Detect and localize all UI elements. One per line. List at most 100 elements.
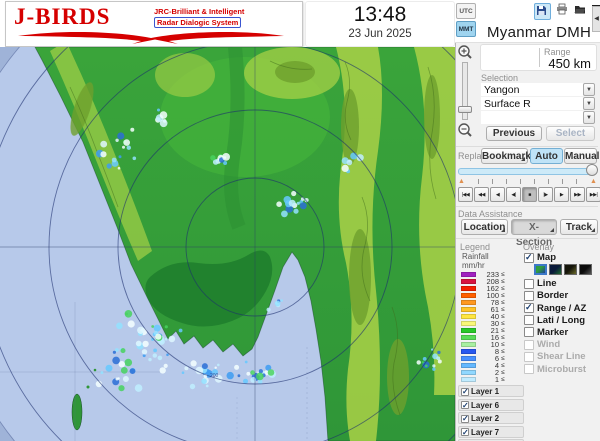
- utc-button[interactable]: UTC: [456, 3, 476, 19]
- overlay-item-microburst: Microburst: [524, 364, 600, 376]
- legend-label: Legend: [460, 242, 491, 252]
- checkbox-checked-icon[interactable]: [524, 252, 534, 263]
- layer-toggles: Layer 1 Layer 6 Layer 2 Layer 7 Layer 3 …: [458, 385, 598, 441]
- logo-title: J-BIRDS: [14, 4, 111, 29]
- toolbar: ?: [534, 3, 600, 20]
- skip-to-end-button[interactable]: ▶▶|: [586, 187, 600, 202]
- legend-unit-line2: mm/hr: [462, 261, 485, 270]
- overlay-item-lati-long[interactable]: Lati / Long: [524, 315, 600, 327]
- fast-forward-button[interactable]: ▶▶: [570, 187, 585, 202]
- select-button[interactable]: Select: [546, 126, 595, 141]
- slider-end-marker-icon: ▲: [589, 178, 597, 185]
- overlay-item-wind: Wind: [524, 339, 600, 351]
- map-style-olive[interactable]: [564, 264, 577, 276]
- replay-slider-handle[interactable]: [586, 164, 598, 176]
- open-folder-icon[interactable]: [574, 3, 587, 16]
- checkbox-checked-icon[interactable]: [461, 413, 469, 424]
- checkbox-disabled-icon: [524, 339, 534, 350]
- checkbox-checked-icon[interactable]: [461, 386, 469, 397]
- map-style-dark[interactable]: [579, 264, 592, 276]
- play-backward-button[interactable]: ◀: [490, 187, 505, 202]
- save-icon[interactable]: [534, 3, 551, 20]
- stop-button[interactable]: ■: [522, 187, 537, 202]
- zoom-out-control: [457, 122, 475, 141]
- overlay-item-range-az[interactable]: Range / AZ: [524, 302, 600, 315]
- clock-time: 13:48: [353, 3, 407, 26]
- zoom-control: [457, 44, 475, 63]
- replay-slider-track[interactable]: [458, 168, 597, 175]
- clock-date: 23 Jun 2025: [348, 28, 412, 40]
- divider: [456, 206, 598, 207]
- layer-toggle[interactable]: Layer 6: [458, 398, 524, 411]
- checkbox-checked-icon[interactable]: [461, 400, 469, 411]
- bird-icon: [17, 31, 285, 44]
- play-button[interactable]: ▶: [554, 187, 569, 202]
- fast-rewind-button[interactable]: ◀◀: [474, 187, 489, 202]
- clock-panel: 13:48 23 Jun 2025: [305, 1, 455, 47]
- skip-to-start-button[interactable]: |◀◀: [458, 187, 473, 202]
- map-style-green-blue[interactable]: [534, 264, 547, 276]
- replay-slider-ticks: ▲ ▲: [458, 177, 597, 186]
- range-box: Range 450 km: [480, 44, 597, 71]
- slider-start-marker-icon: ▲: [458, 178, 465, 185]
- checkbox-icon[interactable]: [524, 315, 534, 326]
- print-icon[interactable]: [556, 3, 569, 16]
- location-button[interactable]: Location: [461, 219, 508, 235]
- manual-button[interactable]: Manual: [564, 148, 599, 164]
- app-logo: J-BIRDS JRC-Brilliant & Intelligent Rada…: [5, 1, 303, 47]
- divider: [456, 238, 598, 239]
- checkbox-checked-icon[interactable]: [461, 427, 469, 438]
- checkbox-icon[interactable]: [524, 327, 534, 338]
- site-select[interactable]: Yangon ▼: [481, 83, 595, 96]
- checkbox-icon[interactable]: [524, 290, 534, 301]
- checkbox-disabled-icon: [524, 351, 534, 362]
- zoom-in-icon[interactable]: [457, 44, 473, 60]
- radar-map[interactable]: 200: [0, 47, 455, 441]
- map-style-navy[interactable]: [549, 264, 562, 276]
- map-style-thumbnails: [524, 264, 600, 278]
- checkbox-disabled-icon: [524, 364, 534, 374]
- previous-button[interactable]: Previous: [486, 126, 542, 141]
- overlay-item-shear-line: Shear Line: [524, 351, 600, 363]
- bookmark-button[interactable]: Bookmark: [481, 148, 531, 164]
- checkbox-checked-icon[interactable]: [524, 302, 534, 314]
- overlay-item-map[interactable]: Map: [524, 252, 600, 264]
- layer-toggle[interactable]: Layer 7: [458, 425, 524, 438]
- playback-controls: |◀◀ ◀◀ ◀ ◀| ■ |▶ ▶ ▶▶ ▶▶|: [458, 187, 600, 202]
- chevron-down-icon[interactable]: ▼: [583, 97, 595, 110]
- zoom-slider-handle[interactable]: [458, 106, 472, 113]
- range-value: 450 km: [548, 56, 591, 71]
- data-assistance-label: Data Assistance: [458, 209, 523, 219]
- zoom-out-icon[interactable]: [457, 122, 473, 138]
- chevron-down-icon[interactable]: ▼: [583, 111, 595, 124]
- overlay-label: Overlay: [523, 242, 555, 252]
- auto-button[interactable]: Auto: [530, 148, 563, 164]
- step-forward-button[interactable]: |▶: [538, 187, 553, 202]
- overlay-item-line[interactable]: Line: [524, 278, 600, 290]
- mmt-button[interactable]: MMT: [456, 21, 476, 37]
- legend-entry: 1 ≤: [461, 375, 505, 384]
- layer-toggle[interactable]: Layer 2: [458, 412, 524, 424]
- chevron-down-icon[interactable]: ▼: [583, 83, 595, 96]
- product-select-value: Surface R: [484, 98, 531, 110]
- layer-toggle[interactable]: Layer 1: [458, 385, 524, 397]
- jbirds-app: J-BIRDS JRC-Brilliant & Intelligent Rada…: [0, 0, 600, 441]
- ring-distance-label: 200: [210, 373, 219, 379]
- track-button[interactable]: Track: [560, 219, 598, 235]
- xsection-button[interactable]: X-Section: [511, 219, 557, 248]
- legend-scale: 233 ≤ 208 ≤ 162 ≤ 100 ≤ 78 ≤ 61 ≤ 40 ≤ 30 ≤ 21 ≤ …: [461, 270, 505, 384]
- logo-subtitle-line2: Radar Dialogic System: [154, 17, 242, 28]
- panel-collapse-handle[interactable]: ◀: [592, 6, 600, 32]
- overlay-item-border[interactable]: Border: [524, 290, 600, 302]
- selection-label: Selection: [481, 73, 519, 83]
- logo-subtitle: JRC-Brilliant & Intelligent Radar Dialog…: [154, 7, 300, 28]
- step-back-button[interactable]: ◀|: [506, 187, 521, 202]
- extra-select[interactable]: ▼: [481, 111, 595, 124]
- legend-unit-line1: Rainfall: [462, 252, 489, 261]
- divider: [456, 146, 598, 147]
- overlay-item-marker[interactable]: Marker: [524, 327, 600, 339]
- product-select[interactable]: Surface R ▼: [481, 97, 595, 110]
- logo-subtitle-line1: JRC-Brilliant & Intelligent: [154, 7, 245, 16]
- site-select-value: Yangon: [484, 84, 520, 96]
- checkbox-icon[interactable]: [524, 278, 534, 289]
